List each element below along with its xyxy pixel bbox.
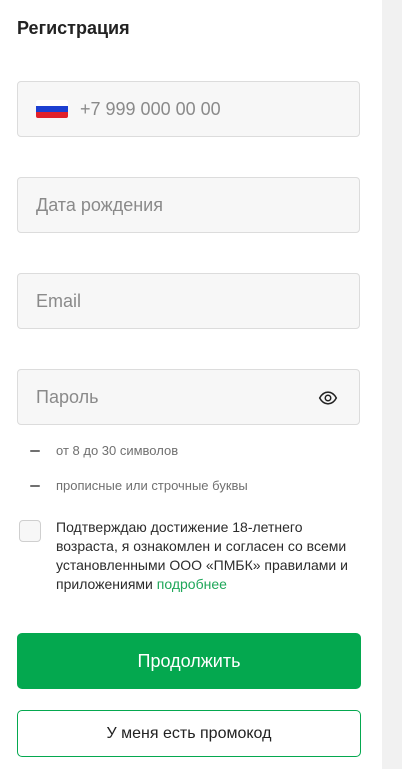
password-rule: прописные или строчные буквы — [30, 478, 248, 493]
password-rule-text: прописные или строчные буквы — [56, 478, 248, 493]
promo-code-button[interactable]: У меня есть промокод — [17, 710, 361, 757]
password-rule-text: от 8 до 30 символов — [56, 443, 179, 458]
password-rule: от 8 до 30 символов — [30, 443, 178, 458]
page-side-strip — [382, 0, 402, 769]
consent-checkbox[interactable] — [19, 520, 41, 542]
birthdate-placeholder: Дата рождения — [36, 194, 163, 215]
consent-details-link[interactable]: подробнее — [157, 576, 227, 592]
password-field[interactable]: Пароль — [17, 369, 360, 425]
email-placeholder: Email — [36, 290, 82, 311]
page-title: Регистрация — [17, 18, 130, 38]
birthdate-field[interactable]: Дата рождения — [17, 177, 360, 233]
consent-text-block: Подтверждаю достижение 18-летнего возрас… — [56, 518, 356, 594]
phone-field[interactable]: +7 999 000 00 00 — [17, 81, 360, 137]
eye-icon[interactable] — [317, 388, 339, 408]
password-placeholder: Пароль — [36, 386, 99, 407]
phone-placeholder: +7 999 000 00 00 — [80, 98, 221, 119]
dash-icon — [30, 449, 40, 452]
dash-icon — [30, 484, 40, 487]
russia-flag-icon[interactable] — [36, 100, 68, 118]
flag-stripe-red — [36, 112, 68, 118]
email-field[interactable]: Email — [17, 273, 360, 329]
continue-button[interactable]: Продолжить — [17, 633, 361, 689]
